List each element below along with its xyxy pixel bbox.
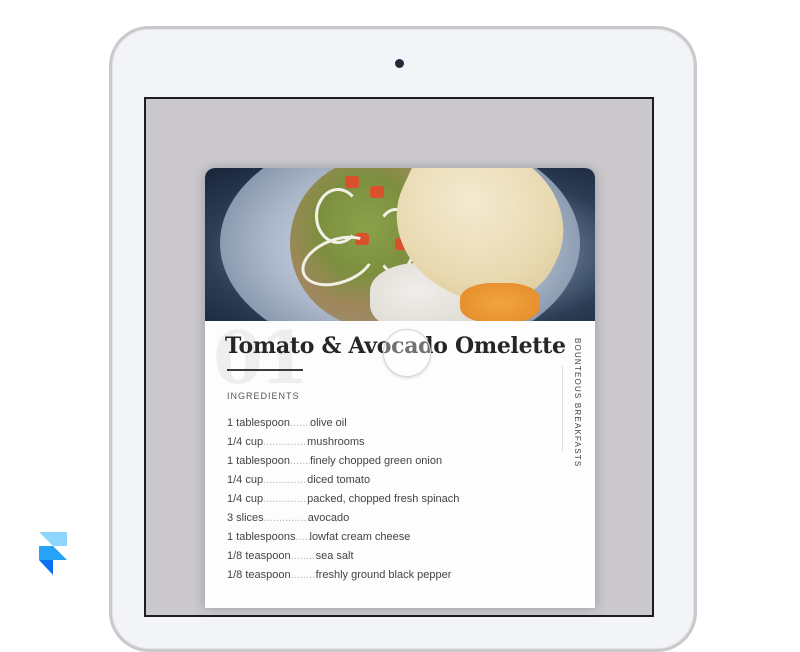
dot-leader: ................................ — [263, 512, 308, 524]
ingredient-quantity: 1/4 cup — [227, 436, 264, 448]
framer-logo-icon — [39, 532, 67, 575]
ingredient-row: 1/4 cup................................m… — [227, 436, 557, 455]
ingredient-row: 3 slices................................… — [227, 512, 557, 531]
ingredient-row: 1/8 teaspoon............................… — [227, 550, 557, 569]
recipe-photo — [205, 168, 595, 321]
ingredient-name: sea salt — [315, 550, 354, 562]
ingredients-list: 1 tablespoon............................… — [227, 417, 557, 588]
recipe-body: 01 Tomato & Avocado Omelette INGREDIENTS… — [205, 315, 595, 608]
front-camera-icon — [395, 59, 404, 68]
dot-leader: ................................ — [263, 474, 307, 486]
logo-top-segment — [39, 532, 67, 546]
ingredient-name: olive oil — [310, 417, 347, 429]
touch-indicator — [383, 329, 431, 377]
ingredient-name: diced tomato — [307, 474, 371, 486]
ingredient-name: mushrooms — [307, 436, 365, 448]
ingredient-name: lowfat cream cheese — [309, 531, 411, 543]
ingredient-row: 1/4 cup................................d… — [227, 474, 557, 493]
yolk-shape — [460, 283, 540, 321]
dot-leader: ................................ — [290, 455, 310, 467]
ingredient-quantity: 1/8 teaspoon — [227, 550, 291, 562]
ingredient-name: freshly ground black pepper — [315, 569, 452, 581]
ingredient-quantity: 3 slices — [227, 512, 264, 524]
ingredient-name: avocado — [307, 512, 350, 524]
ingredient-quantity: 1 tablespoons — [227, 531, 296, 543]
dot-leader: ................................ — [290, 550, 316, 562]
dot-leader: ................................ — [295, 531, 310, 543]
dot-leader: ................................ — [290, 569, 316, 581]
ingredient-quantity: 1 tablespoon — [227, 417, 290, 429]
title-underline — [227, 369, 303, 371]
ingredient-row: 1 tablespoon............................… — [227, 455, 557, 474]
ingredient-name: packed, chopped fresh spinach — [307, 493, 460, 505]
category-label[interactable]: BOUNTEOUS BREAKFASTS — [573, 338, 582, 467]
ingredient-row: 1/4 cup................................p… — [227, 493, 557, 512]
ingredients-heading: INGREDIENTS — [227, 391, 300, 401]
ingredient-quantity: 1/4 cup — [227, 474, 264, 486]
tomato-shape — [345, 176, 359, 188]
ingredient-row: 1/8 teaspoon............................… — [227, 569, 557, 588]
dot-leader: ................................ — [290, 417, 310, 429]
dot-leader: ................................ — [263, 436, 307, 448]
category-divider — [562, 366, 563, 451]
ingredient-name: finely chopped green onion — [310, 455, 443, 467]
ingredient-quantity: 1/4 cup — [227, 493, 264, 505]
logo-middle-segment — [39, 546, 67, 560]
ingredient-quantity: 1 tablespoon — [227, 455, 290, 467]
ingredient-row: 1 tablespoons...........................… — [227, 531, 557, 550]
ingredient-quantity: 1/8 teaspoon — [227, 569, 291, 581]
tomato-shape — [370, 186, 384, 198]
ingredient-row: 1 tablespoon............................… — [227, 417, 557, 436]
logo-bottom-segment — [39, 560, 53, 575]
recipe-card[interactable]: 01 Tomato & Avocado Omelette INGREDIENTS… — [205, 168, 595, 608]
dot-leader: ................................ — [263, 493, 307, 505]
